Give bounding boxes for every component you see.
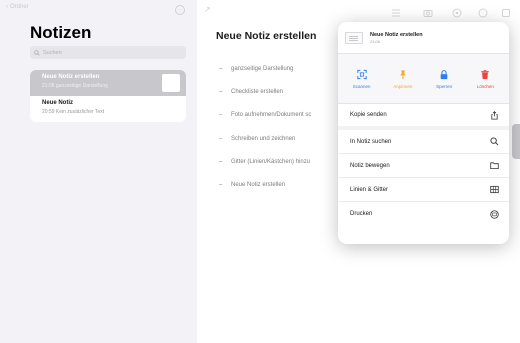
note-list: Neue Notiz erstellen 21:06 ganzseitige D… xyxy=(30,70,186,122)
sidebar-title: Notizen xyxy=(30,23,92,42)
search-placeholder: Suchen xyxy=(43,49,62,56)
send-copy-label: Kopie senden xyxy=(350,112,387,118)
note-item[interactable]: Neue Notiz 20:59 Kein zusätzlicher Text xyxy=(30,96,186,122)
scan-button[interactable]: Scannen xyxy=(345,69,379,89)
lines-grid-label: Linien & Gitter xyxy=(350,186,389,193)
note-line: – Neue Notiz erstellen xyxy=(219,182,286,189)
find-in-note-menu-item[interactable]: In Notiz suchen xyxy=(338,130,509,154)
more-options-icon[interactable] xyxy=(478,5,488,18)
delete-label: Löschen xyxy=(476,83,494,89)
pin-icon xyxy=(399,69,406,79)
menu-note-time: 21:06 xyxy=(370,38,381,44)
pin-label: Anpinnen xyxy=(393,83,413,89)
search-icon xyxy=(34,49,40,56)
note-line-text: Gitter (Linien/Kästchen) hinzu xyxy=(231,158,311,165)
back-button[interactable]: ‹ Ordner xyxy=(6,4,29,10)
compose-icon[interactable] xyxy=(501,5,511,17)
note-line: – Foto aufnehmen/Dokument sc xyxy=(219,112,312,119)
note-subtitle: 21:06 ganzseitige Darstellung xyxy=(42,83,108,89)
send-copy-menu-item[interactable]: Kopie senden xyxy=(338,104,509,130)
print-icon xyxy=(490,209,499,219)
note-options-menu: Neue Notiz erstellen 21:06 Scannen Anpin… xyxy=(338,22,509,244)
lines-grid-menu-item[interactable]: Linien & Gitter xyxy=(338,178,509,202)
note-title: Neue Notiz erstellen xyxy=(42,74,100,80)
print-label: Drucken xyxy=(350,211,373,217)
lock-label: Sperren xyxy=(436,83,453,89)
search-field[interactable]: Suchen xyxy=(30,46,186,59)
trash-icon xyxy=(481,69,490,79)
side-handle[interactable] xyxy=(512,124,520,159)
lock-button[interactable]: Sperren xyxy=(427,69,461,89)
expand-icon[interactable]: ↗ xyxy=(204,5,211,14)
more-icon[interactable]: ··· xyxy=(175,5,185,15)
move-note-menu-item[interactable]: Notiz bewegen xyxy=(338,154,509,178)
checklist-icon[interactable] xyxy=(391,5,401,17)
note-item[interactable]: Neue Notiz erstellen 21:06 ganzseitige D… xyxy=(30,70,186,96)
note-line-text: ganzseitige Darstellung xyxy=(231,65,294,72)
menu-note-title: Neue Notiz erstellen xyxy=(370,31,423,38)
menu-header: Neue Notiz erstellen 21:06 xyxy=(338,22,509,54)
scan-icon xyxy=(356,69,367,79)
note-line-text: Foto aufnehmen/Dokument sc xyxy=(231,112,312,119)
note-line-text: Schreiben und zeichnen xyxy=(231,135,296,142)
note-title: Neue Notiz xyxy=(42,100,74,106)
share-icon xyxy=(491,110,498,120)
note-line-text: Checkliste erstellen xyxy=(231,88,284,95)
note-line: – Schreiben und zeichnen xyxy=(219,135,296,142)
find-in-note-label: In Notiz suchen xyxy=(350,138,392,145)
lock-icon xyxy=(440,69,448,79)
chevron-left-icon: ‹ xyxy=(6,4,8,10)
camera-icon[interactable] xyxy=(423,5,433,17)
search-icon xyxy=(490,137,499,146)
note-line: – Gitter (Linien/Kästchen) hinzu xyxy=(219,158,311,165)
note-line: – ganzseitige Darstellung xyxy=(219,65,294,72)
note-line: – Checkliste erstellen xyxy=(219,88,284,95)
print-menu-item[interactable]: Drucken xyxy=(338,202,509,226)
back-label: Ordner xyxy=(10,4,29,10)
notes-sidebar: ‹ Ordner ··· Notizen Suchen Neue Notiz e… xyxy=(0,0,197,343)
grid-icon xyxy=(490,185,499,194)
note-body[interactable]: – ganzseitige Darstellung – Checkliste ers… xyxy=(219,57,311,197)
scan-label: Scannen xyxy=(352,83,371,89)
note-subtitle: 20:59 Kein zusätzlicher Text xyxy=(42,109,105,115)
note-heading[interactable]: Neue Notiz erstellen xyxy=(216,30,316,42)
quick-actions: Scannen Anpinnen Sperren Löschen xyxy=(338,54,509,104)
note-thumbnail xyxy=(162,74,180,92)
pin-button[interactable]: Anpinnen xyxy=(386,69,420,89)
move-note-label: Notiz bewegen xyxy=(350,162,390,169)
note-line-text: Neue Notiz erstellen xyxy=(231,182,286,189)
markup-icon[interactable] xyxy=(452,5,462,18)
delete-button[interactable]: Löschen xyxy=(468,69,502,89)
note-preview-thumbnail xyxy=(345,31,363,44)
folder-icon xyxy=(490,162,499,170)
